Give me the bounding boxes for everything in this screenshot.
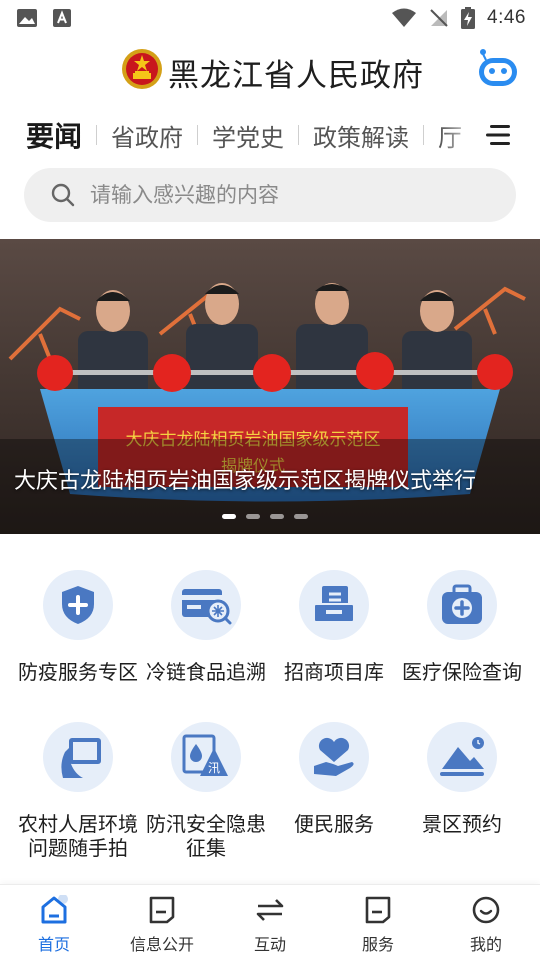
- home-icon: [41, 895, 68, 924]
- tab-policy-interpretation[interactable]: 政策解读: [313, 118, 409, 153]
- tab-separator: [423, 125, 425, 145]
- flood-warning-icon: 汛: [182, 734, 228, 776]
- service-icon-circle: [427, 722, 497, 792]
- service-icon-circle: [427, 570, 497, 640]
- tab-headlines[interactable]: 要闻: [26, 115, 82, 155]
- carousel-indicator: [222, 514, 308, 519]
- carousel-dot[interactable]: [222, 514, 236, 519]
- info-document-icon: [149, 896, 175, 924]
- banner-caption[interactable]: 大庆古龙陆相页岩油国家级示范区揭牌仪式举行: [14, 463, 476, 495]
- cold-chain-card-icon: [182, 589, 232, 625]
- service-label-line: 农村人居环境: [18, 812, 138, 836]
- category-tabs: 要闻 省政府 学党史 政策解读 厅: [0, 112, 540, 158]
- app-title: 黑龙江省人民政府: [168, 58, 424, 94]
- service-label: 招商项目库: [284, 660, 384, 684]
- service-flood-hazard[interactable]: 汛 防汛安全隐患 征集: [142, 722, 270, 860]
- nav-home[interactable]: 首页: [0, 885, 108, 960]
- service-rural-environment[interactable]: 农村人居环境 问题随手拍: [14, 722, 142, 860]
- service-bookmark-icon: [365, 896, 391, 924]
- search-bar[interactable]: [24, 168, 516, 222]
- carousel-dot[interactable]: [246, 514, 260, 519]
- flood-icon-text: 汛: [208, 761, 220, 775]
- app-a-notification-icon: [53, 9, 71, 27]
- medical-kit-icon: [442, 584, 482, 624]
- search-icon: [51, 183, 75, 207]
- service-label-line: 防汛安全隐患: [146, 812, 266, 836]
- service-icon-circle: 汛: [171, 722, 241, 792]
- service-icon-circle: [43, 722, 113, 792]
- service-label-line: 问题随手拍: [28, 836, 128, 860]
- nav-services[interactable]: 服务: [324, 885, 432, 960]
- search-input[interactable]: [90, 183, 470, 207]
- service-label: 医疗保险查询: [402, 660, 522, 684]
- battery-charging-icon: [461, 7, 476, 29]
- service-label: 防汛安全隐患 征集: [142, 812, 270, 860]
- mountain-landscape-icon: [440, 737, 484, 776]
- service-label-line: 征集: [186, 836, 226, 860]
- tab-separator: [298, 125, 300, 145]
- nav-label: 我的: [469, 935, 502, 954]
- service-icon-circle: [299, 570, 369, 640]
- project-tray-icon: [313, 586, 355, 623]
- service-label: 冷链食品追溯: [146, 660, 266, 684]
- nav-profile[interactable]: 我的: [432, 885, 540, 960]
- national-emblem-icon: [122, 49, 162, 89]
- nav-info-disclosure[interactable]: 信息公开: [108, 885, 216, 960]
- status-bar: 4:46: [0, 0, 540, 36]
- service-label: 便民服务: [294, 812, 374, 836]
- tab-separator: [197, 125, 199, 145]
- service-medical-insurance[interactable]: 医疗保险查询: [398, 570, 526, 684]
- shield-plus-icon: [62, 586, 94, 624]
- interaction-arrows-icon: [256, 899, 284, 921]
- service-investment-projects[interactable]: 招商项目库: [270, 570, 398, 684]
- service-scenic-booking[interactable]: 景区预约: [398, 722, 526, 836]
- service-epidemic-prevention[interactable]: 防疫服务专区: [14, 570, 142, 684]
- service-convenience[interactable]: 便民服务: [270, 722, 398, 836]
- service-label: 景区预约: [422, 812, 502, 836]
- nav-label: 信息公开: [129, 935, 194, 954]
- assistant-robot-icon[interactable]: [476, 46, 520, 90]
- service-icon-circle: [299, 722, 369, 792]
- phone-in-hand-icon: [61, 738, 101, 778]
- tab-party-history[interactable]: 学党史: [212, 118, 284, 153]
- tab-provincial-government[interactable]: 省政府: [111, 118, 183, 153]
- service-icon-circle: [43, 570, 113, 640]
- profile-smile-icon: [472, 896, 500, 924]
- heart-hand-icon: [314, 737, 354, 776]
- clock: 4:46: [487, 7, 526, 28]
- service-cold-chain[interactable]: 冷链食品追溯: [142, 570, 270, 684]
- app-header: 黑龙江省人民政府: [0, 44, 540, 96]
- tab-strip: 要闻 省政府 学党史 政策解读 厅: [26, 112, 480, 158]
- wifi-icon: [392, 8, 417, 27]
- service-label: 农村人居环境 问题随手拍: [14, 812, 142, 860]
- carousel-dot[interactable]: [270, 514, 284, 519]
- gallery-notification-icon: [17, 9, 37, 27]
- nav-label: 服务: [361, 935, 394, 954]
- nav-label: 互动: [253, 935, 286, 954]
- carousel-dot[interactable]: [294, 514, 308, 519]
- service-icon-circle: [171, 570, 241, 640]
- tab-menu-icon[interactable]: [484, 123, 512, 147]
- nav-label: 首页: [37, 935, 70, 954]
- bottom-navigation: 首页 信息公开 互动 服务 我的: [0, 884, 540, 960]
- nav-interaction[interactable]: 互动: [216, 885, 324, 960]
- service-label: 防疫服务专区: [18, 660, 138, 684]
- no-signal-icon: [430, 9, 448, 27]
- tab-separator: [96, 125, 98, 145]
- tab-fade: [440, 112, 480, 158]
